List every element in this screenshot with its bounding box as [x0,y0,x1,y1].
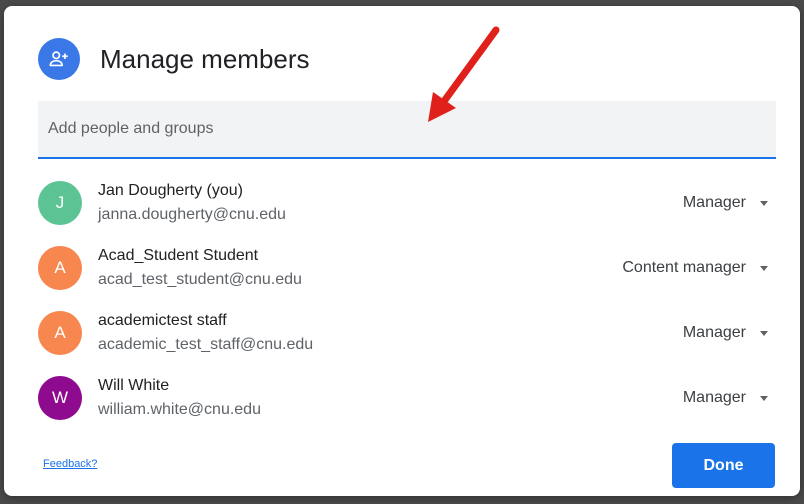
add-people-input[interactable] [38,101,776,157]
member-list: J Jan Dougherty (you) janna.dougherty@cn… [38,174,776,434]
dropdown-caret-icon [760,265,768,271]
member-name: Jan Dougherty (you) [98,182,243,199]
role-label: Manager [682,389,746,406]
avatar: J [38,181,82,225]
role-label: Content manager [622,259,746,276]
role-dropdown[interactable]: Manager [683,324,768,342]
dropdown-caret-icon [760,200,768,206]
member-row: J Jan Dougherty (you) janna.dougherty@cn… [38,174,776,239]
dropdown-caret-icon [760,395,768,401]
dialog-header: Manage members [38,38,310,80]
member-row: W Will White william.white@cnu.edu Manag… [38,369,776,434]
member-email: william.white@cnu.edu [98,401,261,418]
role-dropdown[interactable]: Content manager [622,259,768,277]
avatar: W [38,376,82,420]
member-name: Acad_Student Student [98,247,259,264]
done-button[interactable]: Done [672,443,775,488]
member-name: Will White [98,377,170,394]
member-row: A Acad_Student Student acad_test_student… [38,239,776,304]
avatar: A [38,311,82,355]
role-dropdown[interactable]: Manager [683,389,768,407]
dropdown-caret-icon [760,330,768,336]
member-email: acad_test_student@cnu.edu [98,271,302,288]
feedback-link[interactable]: Feedback? [43,458,97,470]
person-add-icon [38,38,80,80]
member-email: academic_test_staff@cnu.edu [98,336,314,353]
add-people-search[interactable] [38,101,776,159]
member-name: academictest staff [98,312,227,329]
role-label: Manager [682,324,746,341]
role-dropdown[interactable]: Manager [683,194,768,212]
manage-members-dialog: Manage members J Jan Dougherty (you) jan… [4,6,800,496]
avatar: A [38,246,82,290]
role-label: Manager [682,194,746,211]
member-email: janna.dougherty@cnu.edu [98,206,286,223]
member-row: A academictest staff academic_test_staff… [38,304,776,369]
dialog-title: Manage members [100,43,310,74]
